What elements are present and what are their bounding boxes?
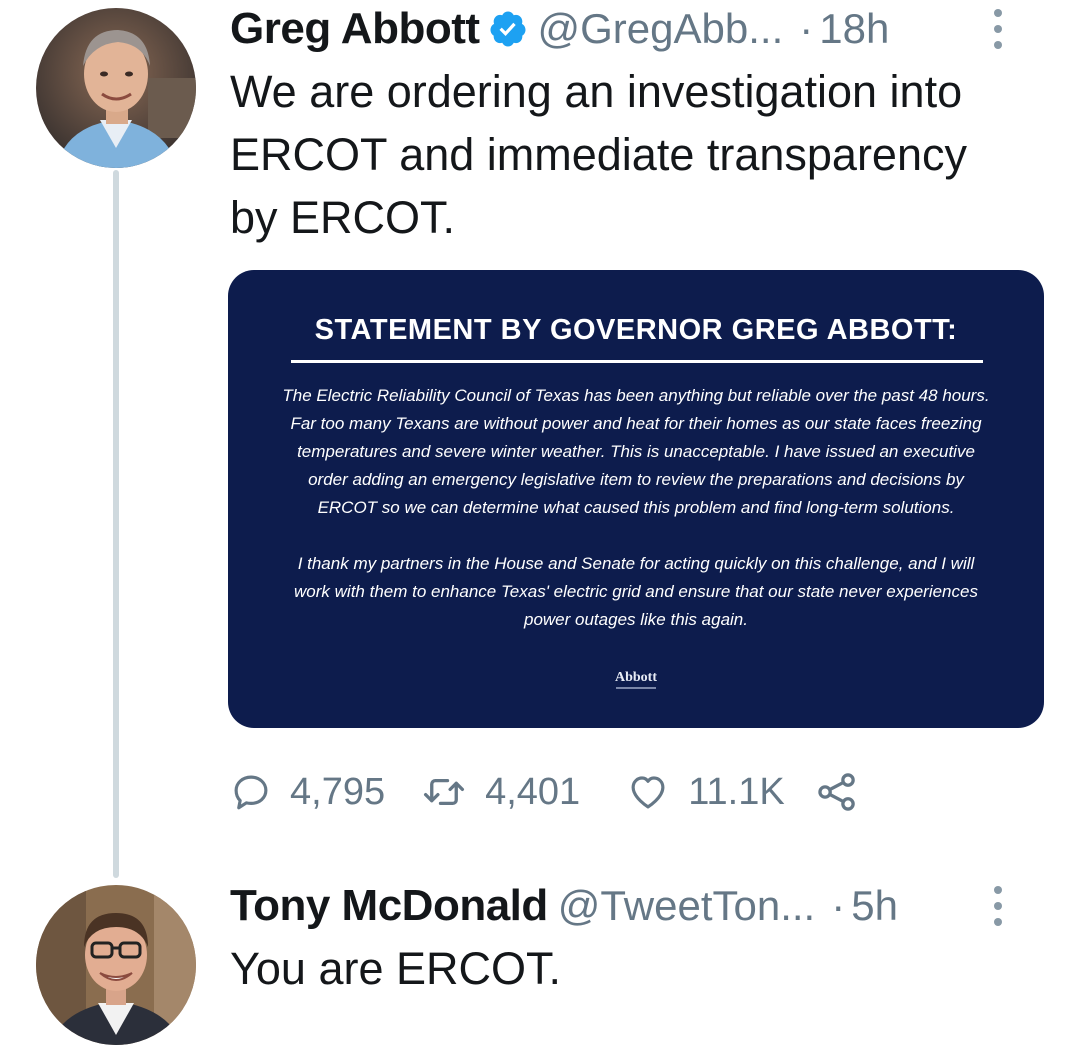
retweet-button[interactable]: 4,401 xyxy=(421,771,580,814)
verified-icon xyxy=(489,11,525,47)
like-icon xyxy=(631,776,665,809)
statement-paragraph: The Electric Reliability Council of Texa… xyxy=(282,386,990,517)
user-handle[interactable]: @GregAbb... xyxy=(538,5,784,53)
share-button[interactable] xyxy=(815,770,859,814)
reply-icon xyxy=(234,775,268,810)
tweet-timestamp[interactable]: 5h xyxy=(851,882,898,930)
more-options-icon[interactable] xyxy=(988,886,1008,926)
signature-logo: Abbott xyxy=(228,670,1044,689)
statement-body: The Electric Reliability Council of Texa… xyxy=(278,382,994,662)
statement-divider xyxy=(291,360,983,363)
user-handle[interactable]: @TweetTon... xyxy=(558,882,815,930)
tweet-text: We are ordering an investigation into ER… xyxy=(230,66,967,243)
tweet-header: Tony McDonald @TweetTon... · 5h xyxy=(230,876,1060,936)
avatar-greg-abbott[interactable] xyxy=(36,8,196,168)
tweet-timestamp[interactable]: 18h xyxy=(819,5,889,53)
avatar-tony-mcdonald[interactable] xyxy=(36,885,196,1045)
tweet-actions: 4,795 4,401 11.1K xyxy=(230,762,859,822)
like-button[interactable]: 11.1K xyxy=(626,770,785,814)
display-name[interactable]: Tony McDonald xyxy=(230,881,548,931)
tweet-text: You are ERCOT. xyxy=(230,943,561,994)
more-options-icon[interactable] xyxy=(988,9,1008,49)
statement-paragraph: I thank my partners in the House and Sen… xyxy=(294,554,978,629)
retweet-icon xyxy=(424,778,465,806)
retweet-count: 4,401 xyxy=(485,770,581,813)
like-count: 11.1K xyxy=(688,770,785,813)
reply-button[interactable]: 4,795 xyxy=(230,771,385,814)
signature-text: Abbott xyxy=(614,670,657,685)
statement-title: STATEMENT BY GOVERNOR GREG ABBOTT: xyxy=(314,314,958,346)
reply-count: 4,795 xyxy=(290,770,386,813)
thread-connector-line xyxy=(113,170,119,878)
tweet-header: Greg Abbott @GregAbb... · 18h xyxy=(230,0,1060,58)
display-name[interactable]: Greg Abbott xyxy=(230,4,480,54)
separator-dot: · xyxy=(799,5,814,52)
statement-image-card[interactable]: STATEMENT BY GOVERNOR GREG ABBOTT: The E… xyxy=(228,270,1044,728)
separator-dot: · xyxy=(831,882,846,929)
share-icon xyxy=(817,773,855,811)
